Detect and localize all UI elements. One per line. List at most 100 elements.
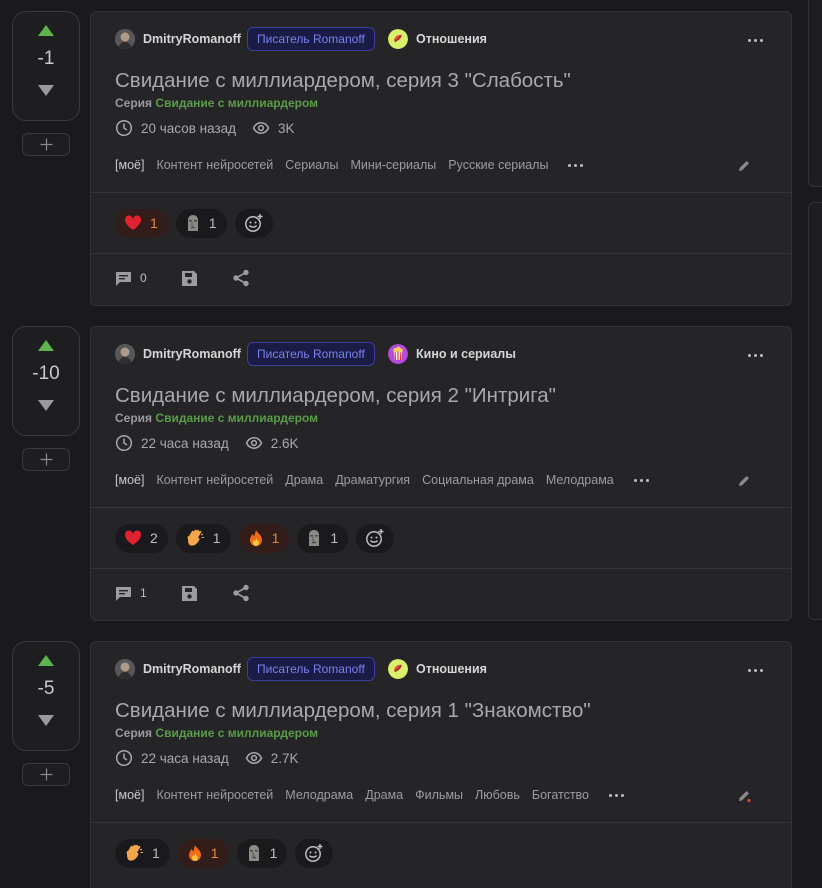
author-name[interactable]: DmitryRomanoff (143, 662, 241, 676)
sidebar-widget (808, 0, 822, 187)
more-tags-button[interactable] (609, 793, 625, 797)
movies-community-icon (388, 344, 408, 364)
post-card: DmitryRomanoff Писатель Romanoff Отношен… (90, 641, 792, 888)
tag[interactable]: Любовь (475, 788, 520, 802)
share-icon[interactable] (232, 269, 250, 287)
more-tags-button[interactable] (568, 163, 584, 167)
add-emoji-icon (244, 214, 263, 232)
more-options-button[interactable] (748, 669, 763, 672)
community-name: Кино и сериалы (416, 347, 516, 361)
moai-icon (309, 530, 320, 546)
save-plus-button[interactable] (22, 448, 70, 471)
sidebar-widget (808, 202, 822, 620)
comments-button[interactable]: 0 (115, 270, 147, 287)
post-title[interactable]: Свидание с миллиардером, серия 1 "Знаком… (115, 698, 767, 724)
reaction-fire[interactable]: 1 (177, 838, 229, 868)
tag[interactable]: Контент нейросетей (156, 788, 273, 802)
more-tags-button[interactable] (633, 478, 649, 482)
pencil-icon[interactable] (737, 159, 751, 173)
community-link[interactable]: Кино и сериалы (388, 343, 516, 365)
reaction-heart[interactable]: 1 (115, 208, 168, 238)
reaction-moai[interactable]: 1 (175, 208, 227, 238)
tag-list: [моё] Контент нейросетей Сериалы Мини-се… (115, 155, 767, 175)
upvote-button[interactable] (38, 655, 54, 666)
author-name[interactable]: DmitryRomanoff (143, 347, 241, 361)
clap-icon (187, 529, 204, 546)
tag[interactable]: Контент нейросетей (156, 158, 273, 172)
upvote-button[interactable] (38, 25, 54, 36)
tag-mine[interactable]: [моё] (115, 158, 144, 172)
add-reaction-button[interactable] (295, 838, 334, 868)
reaction-heart[interactable]: 2 (115, 523, 168, 553)
plus-icon (40, 768, 52, 781)
reaction-fire[interactable]: 1 (238, 523, 290, 553)
downvote-button[interactable] (38, 715, 54, 726)
tag[interactable]: Драма (365, 788, 403, 802)
reaction-moai[interactable]: 1 (236, 838, 288, 868)
reaction-moai[interactable]: 1 (297, 523, 349, 553)
add-reaction-button[interactable] (356, 523, 395, 553)
add-reaction-button[interactable] (234, 208, 273, 238)
author-name[interactable]: DmitryRomanoff (143, 32, 241, 46)
post-title[interactable]: Свидание с миллиардером, серия 2 "Интриг… (115, 383, 767, 409)
more-options-button[interactable] (748, 354, 763, 357)
heart-icon (124, 530, 142, 545)
save-icon[interactable] (181, 585, 198, 602)
author-avatar[interactable] (115, 344, 135, 364)
post-meta: 20 часов назад 3K (115, 119, 767, 137)
save-icon[interactable] (181, 270, 198, 287)
author-avatar[interactable] (115, 659, 135, 679)
tag[interactable]: Драматургия (335, 473, 410, 487)
post-card: DmitryRomanoff Писатель Romanoff Отношен… (90, 11, 792, 306)
post-title[interactable]: Свидание с миллиардером, серия 3 "Слабос… (115, 68, 767, 94)
series-label: Серия (115, 96, 153, 110)
tag[interactable]: Фильмы (415, 788, 463, 802)
post-views: 2.6K (270, 435, 299, 451)
downvote-button[interactable] (38, 85, 54, 96)
comment-icon (116, 271, 131, 286)
community-link[interactable]: Отношения (388, 28, 487, 50)
tag-mine[interactable]: [моё] (115, 473, 144, 487)
tag[interactable]: Сериалы (285, 158, 338, 172)
author-badge[interactable]: Писатель Romanoff (247, 342, 375, 366)
reaction-clap[interactable]: 1 (115, 838, 170, 868)
author-badge[interactable]: Писатель Romanoff (247, 657, 375, 681)
add-emoji-icon (305, 844, 323, 862)
share-icon[interactable] (232, 584, 250, 602)
reaction-count: 1 (212, 530, 221, 546)
save-plus-button[interactable] (22, 133, 70, 156)
rating-box: -1 (12, 11, 80, 121)
pencil-icon[interactable] (737, 474, 751, 488)
reaction-count: 1 (208, 215, 217, 231)
fire-icon (249, 530, 262, 546)
series-link[interactable]: Свидание с миллиардером (155, 726, 318, 740)
tag[interactable]: Русские сериалы (448, 158, 548, 172)
tag[interactable]: Мини-сериалы (350, 158, 436, 172)
post-footer: 1 (91, 569, 791, 617)
reaction-count: 1 (150, 215, 158, 231)
pencil-icon[interactable] (737, 789, 751, 803)
tag-mine[interactable]: [моё] (115, 788, 144, 802)
tag[interactable]: Мелодрама (285, 788, 353, 802)
save-plus-button[interactable] (22, 763, 70, 786)
tag[interactable]: Драма (285, 473, 323, 487)
series-link[interactable]: Свидание с миллиардером (155, 411, 318, 425)
tag[interactable]: Социальная драма (422, 473, 534, 487)
author-avatar[interactable] (115, 29, 135, 49)
more-options-button[interactable] (748, 39, 763, 42)
author-badge[interactable]: Писатель Romanoff (247, 27, 375, 51)
rating-box: -5 (12, 641, 80, 751)
series-label: Серия (115, 411, 153, 425)
upvote-button[interactable] (38, 340, 54, 351)
reaction-clap[interactable]: 1 (175, 523, 231, 553)
series-link[interactable]: Свидание с миллиардером (155, 96, 318, 110)
tag[interactable]: Контент нейросетей (156, 473, 273, 487)
series-line: Серия Свидание с миллиардером (115, 96, 767, 110)
tag[interactable]: Мелодрама (546, 473, 614, 487)
plus-icon (40, 453, 52, 466)
downvote-button[interactable] (38, 400, 54, 411)
comments-button[interactable]: 1 (115, 585, 147, 602)
community-link[interactable]: Отношения (388, 658, 487, 680)
rating-score: -1 (37, 48, 55, 69)
tag[interactable]: Богатство (532, 788, 589, 802)
